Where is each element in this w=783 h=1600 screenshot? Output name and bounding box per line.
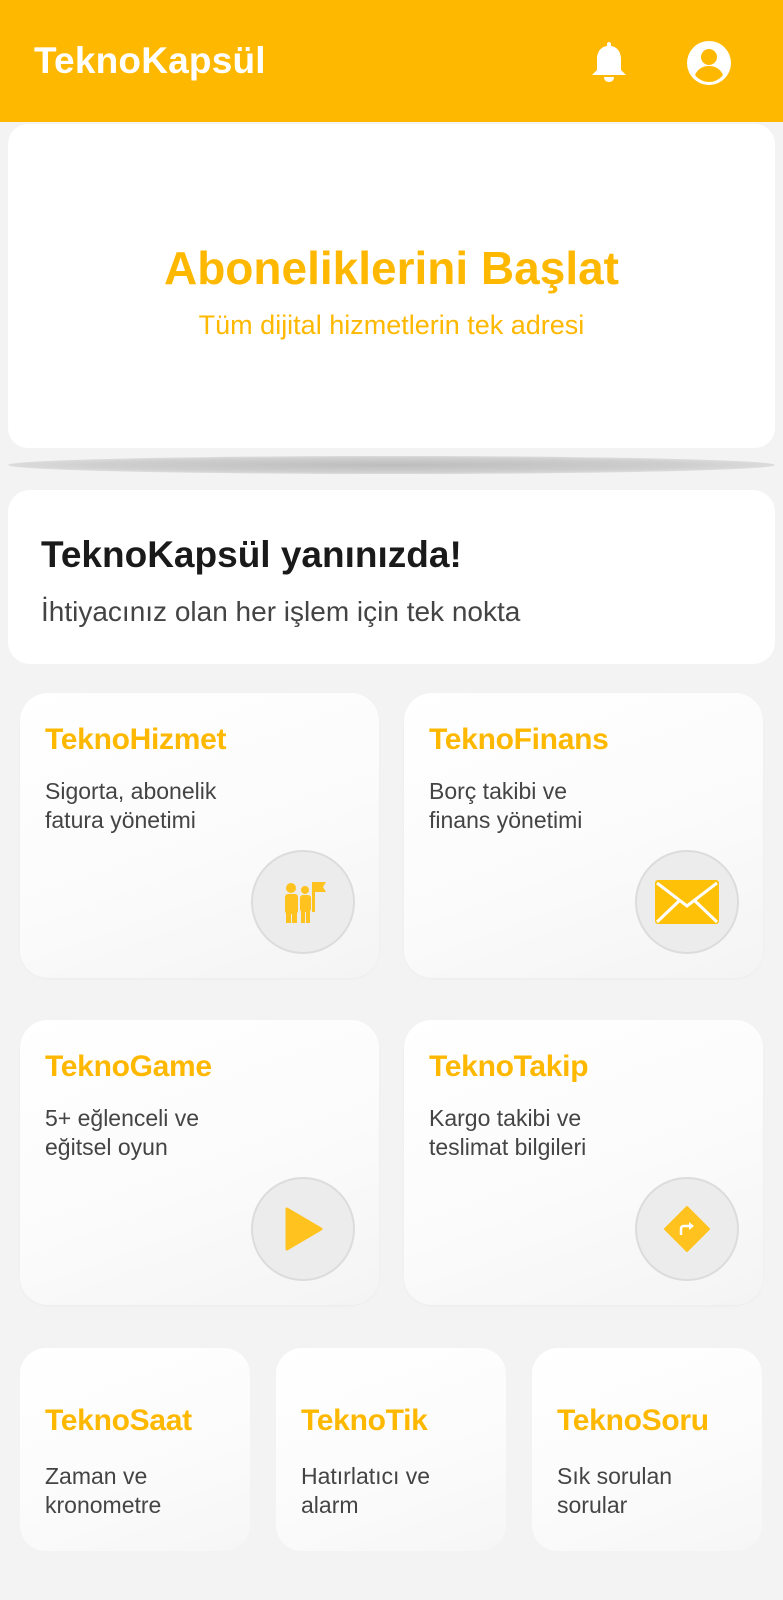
hero-title: Aboneliklerini Başlat xyxy=(163,242,619,294)
carousel-shadow xyxy=(8,456,775,474)
welcome-title: TeknoKapsül yanınızda! xyxy=(41,534,462,575)
card-description: Borç takibi ve finans yönetimi xyxy=(429,778,583,833)
welcome-subtitle: İhtiyacınız olan her işlem için tek nokt… xyxy=(41,596,521,627)
service-card-teknogame[interactable]: TeknoGame 5+ eğlenceli ve eğitsel oyun xyxy=(20,1020,379,1305)
account-circle-icon[interactable] xyxy=(686,40,732,86)
card-description: Sık sorulan sorular xyxy=(557,1463,673,1518)
app-bar: TeknoKapsül xyxy=(0,0,783,122)
hero-banner[interactable]: Aboneliklerini Başlat Tüm dijital hizmet… xyxy=(8,124,775,448)
card-description: 5+ eğlenceli ve eğitsel oyun xyxy=(45,1105,200,1160)
service-card-teknosaat[interactable]: TeknoSaat Zaman ve kronometre xyxy=(20,1348,250,1551)
app-title: TeknoKapsül xyxy=(34,40,266,81)
card-title: TeknoTakip xyxy=(429,1050,589,1083)
card-title: TeknoSoru xyxy=(557,1404,709,1437)
card-description: Zaman ve kronometre xyxy=(45,1463,162,1518)
hero-subtitle: Tüm dijital hizmetlerin tek adresi xyxy=(198,310,585,340)
play-icon xyxy=(251,1177,355,1281)
service-card-teknohizmet[interactable]: TeknoHizmet Sigorta, abonelik fatura yön… xyxy=(20,693,379,978)
card-title: TeknoGame xyxy=(45,1050,212,1083)
service-card-teknotakip[interactable]: TeknoTakip Kargo takibi ve teslimat bilg… xyxy=(404,1020,763,1305)
service-card-teknosoru[interactable]: TeknoSoru Sık sorulan sorular xyxy=(532,1348,762,1551)
card-title: TeknoFinans xyxy=(429,723,609,756)
card-description: Sigorta, abonelik fatura yönetimi xyxy=(45,778,217,833)
service-card-teknotik[interactable]: TeknoTik Hatırlatıcı ve alarm xyxy=(276,1348,506,1551)
card-title: TeknoSaat xyxy=(45,1404,192,1437)
people-flag-icon xyxy=(251,850,355,954)
card-title: TeknoTik xyxy=(301,1404,428,1437)
bell-icon[interactable] xyxy=(590,40,628,84)
card-description: Kargo takibi ve teslimat bilgileri xyxy=(429,1105,587,1160)
service-card-teknofinans[interactable]: TeknoFinans Borç takibi ve finans yöneti… xyxy=(404,693,763,978)
welcome-card: TeknoKapsül yanınızda! İhtiyacınız olan … xyxy=(8,490,775,664)
card-title: TeknoHizmet xyxy=(45,723,227,756)
card-description: Hatırlatıcı ve alarm xyxy=(301,1463,431,1518)
directions-icon xyxy=(635,1177,739,1281)
envelope-icon xyxy=(635,850,739,954)
